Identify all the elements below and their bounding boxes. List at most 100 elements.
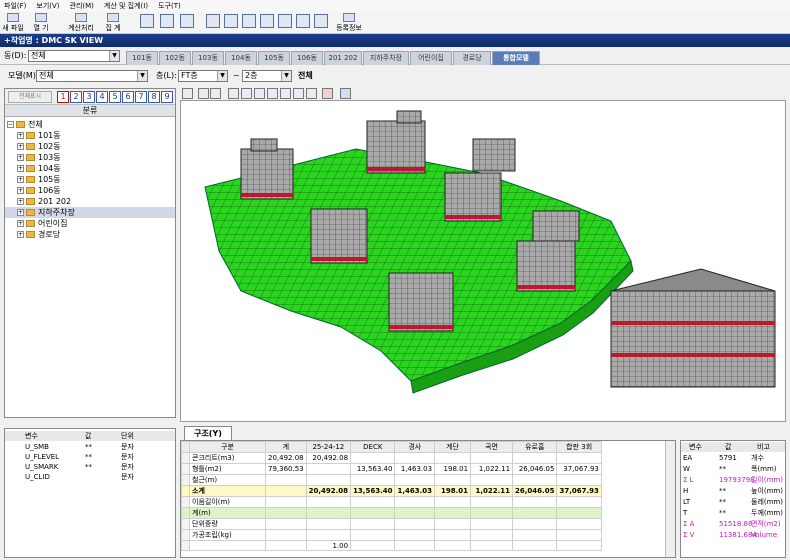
- property-row[interactable]: Σ A 51518.86 면적(m2): [681, 519, 785, 529]
- view-cube-4-icon[interactable]: [267, 88, 278, 99]
- render-icon[interactable]: [198, 88, 209, 99]
- tab-building-7[interactable]: 지하주차장: [363, 51, 409, 65]
- property-row[interactable]: LT ** 둘레(mm): [681, 497, 785, 507]
- tool-1-icon[interactable]: [206, 14, 220, 28]
- table-row[interactable]: 철근(m): [181, 474, 602, 486]
- collapse-icon[interactable]: −: [7, 121, 14, 128]
- 3d-model-view[interactable]: [180, 100, 786, 422]
- tool-4-icon[interactable]: [260, 14, 274, 28]
- tree-item[interactable]: +101동: [5, 130, 175, 141]
- variable-row[interactable]: U_SMARK ** 문자: [5, 462, 175, 472]
- view-mode-icon[interactable]: [182, 88, 193, 99]
- level-button-6[interactable]: 6: [122, 91, 134, 103]
- variable-row[interactable]: U_CLID 문자: [5, 472, 175, 482]
- section-icon[interactable]: [340, 88, 351, 99]
- layer-icon[interactable]: [322, 88, 333, 99]
- level-button-3[interactable]: 3: [83, 91, 95, 103]
- show-all-button[interactable]: 전체표시: [8, 91, 52, 103]
- tool-3-icon[interactable]: [242, 14, 256, 28]
- floor-from-select[interactable]: FT층 ▼: [178, 70, 228, 82]
- table-row[interactable]: 소계 20,492.08 13,563.40 1,463.03 198.01 1,022.…: [181, 485, 602, 497]
- tab-building-5[interactable]: 106동: [291, 51, 323, 65]
- property-row[interactable]: T ** 두께(mm): [681, 508, 785, 518]
- menu-file[interactable]: 파일(F): [4, 1, 26, 11]
- table-row[interactable]: 콘크리트(m3) 20,492.08 20,492.08: [181, 452, 602, 464]
- level-button-8[interactable]: 8: [148, 91, 160, 103]
- table-row[interactable]: 1.00: [181, 540, 602, 551]
- menu-view[interactable]: 보기(V): [36, 1, 59, 11]
- tab-building-8[interactable]: 어린이집: [410, 51, 452, 65]
- level-button-5[interactable]: 5: [109, 91, 121, 103]
- menu-calc[interactable]: 계산 및 집계(I): [104, 1, 148, 11]
- tab-building-3[interactable]: 104동: [225, 51, 257, 65]
- zoom-fit-icon[interactable]: [180, 14, 194, 28]
- zoom-in-icon[interactable]: [140, 14, 154, 28]
- variable-row[interactable]: U_FLEVEL ** 문자: [5, 452, 175, 462]
- tool-6-icon[interactable]: [296, 14, 310, 28]
- view-cube-7-icon[interactable]: [306, 88, 317, 99]
- expand-icon[interactable]: +: [17, 154, 24, 161]
- expand-icon[interactable]: +: [17, 132, 24, 139]
- open-button[interactable]: 열 기: [30, 13, 52, 33]
- property-row[interactable]: W ** 폭(mm): [681, 464, 785, 474]
- expand-icon[interactable]: +: [17, 198, 24, 205]
- tab-building-6[interactable]: 201 202: [324, 51, 362, 65]
- expand-icon[interactable]: +: [17, 165, 24, 172]
- property-row[interactable]: EA 5791 개수: [681, 453, 785, 463]
- tree-item[interactable]: +102동: [5, 141, 175, 152]
- level-button-9[interactable]: 9: [161, 91, 173, 103]
- table-row[interactable]: 이음길이(m): [181, 496, 602, 508]
- tree-item[interactable]: + 어린이집: [5, 218, 175, 229]
- calculate-button[interactable]: 계산처리: [66, 13, 96, 33]
- tab-building-1[interactable]: 102동: [159, 51, 191, 65]
- expand-icon[interactable]: +: [17, 176, 24, 183]
- tree-item[interactable]: +104동: [5, 163, 175, 174]
- expand-icon[interactable]: +: [17, 231, 24, 238]
- tree-item[interactable]: + 경로당: [5, 229, 175, 240]
- view-cube-6-icon[interactable]: [293, 88, 304, 99]
- tool-7-icon[interactable]: [314, 14, 328, 28]
- summary-button[interactable]: 집 계: [102, 13, 124, 33]
- tool-2-icon[interactable]: [224, 14, 238, 28]
- view-cube-5-icon[interactable]: [280, 88, 291, 99]
- table-row[interactable]: 형틀(m2) 79,360.53 13,563.40 1,463.03 198.01 1,…: [181, 463, 602, 475]
- tree-item[interactable]: +106동: [5, 185, 175, 196]
- table-row[interactable]: 단위중량: [181, 518, 602, 530]
- tab-building-4[interactable]: 105동: [258, 51, 290, 65]
- new-file-button[interactable]: 새 파일: [2, 13, 24, 33]
- tree-item[interactable]: +103동: [5, 152, 175, 163]
- property-row[interactable]: H ** 높이(mm): [681, 486, 785, 496]
- tab-building-9[interactable]: 경로당: [453, 51, 491, 65]
- expand-icon[interactable]: +: [17, 209, 24, 216]
- expand-icon[interactable]: +: [17, 187, 24, 194]
- tree-item[interactable]: + 지하주차장: [5, 207, 175, 218]
- table-row[interactable]: 가공조립(kg): [181, 529, 602, 541]
- menu-manage[interactable]: 관리(M): [70, 1, 94, 11]
- menu-tools[interactable]: 도구(T): [158, 1, 181, 11]
- tool-5-icon[interactable]: [278, 14, 292, 28]
- expand-icon[interactable]: +: [17, 220, 24, 227]
- tree-item[interactable]: +105동: [5, 174, 175, 185]
- tree-root[interactable]: − 전체: [7, 119, 177, 130]
- view-cube-1-icon[interactable]: [228, 88, 239, 99]
- level-button-7[interactable]: 7: [135, 91, 147, 103]
- camera-icon[interactable]: [210, 88, 221, 99]
- tab-building-2[interactable]: 103동: [192, 51, 224, 65]
- tab-building-0[interactable]: 101동: [126, 51, 158, 65]
- level-button-2[interactable]: 2: [70, 91, 82, 103]
- view-cube-3-icon[interactable]: [254, 88, 265, 99]
- building-select[interactable]: 전체 ▼: [28, 50, 120, 62]
- register-info-button[interactable]: 등록정보: [334, 13, 364, 33]
- model-select[interactable]: 전체 ▼: [36, 70, 148, 82]
- zoom-out-icon[interactable]: [160, 14, 174, 28]
- view-cube-2-icon[interactable]: [241, 88, 252, 99]
- floor-to-select[interactable]: 2층 ▼: [242, 70, 292, 82]
- level-button-1[interactable]: 1: [57, 91, 69, 103]
- vertical-scrollbar[interactable]: [665, 441, 675, 557]
- tree-item[interactable]: +201 202: [5, 196, 175, 207]
- tab-structure[interactable]: 구조(Y): [184, 426, 232, 440]
- level-button-4[interactable]: 4: [96, 91, 108, 103]
- property-row[interactable]: Σ L 19793798 길이(mm): [681, 475, 785, 485]
- property-row[interactable]: Σ V 11381.684 Volume: [681, 530, 785, 540]
- expand-icon[interactable]: +: [17, 143, 24, 150]
